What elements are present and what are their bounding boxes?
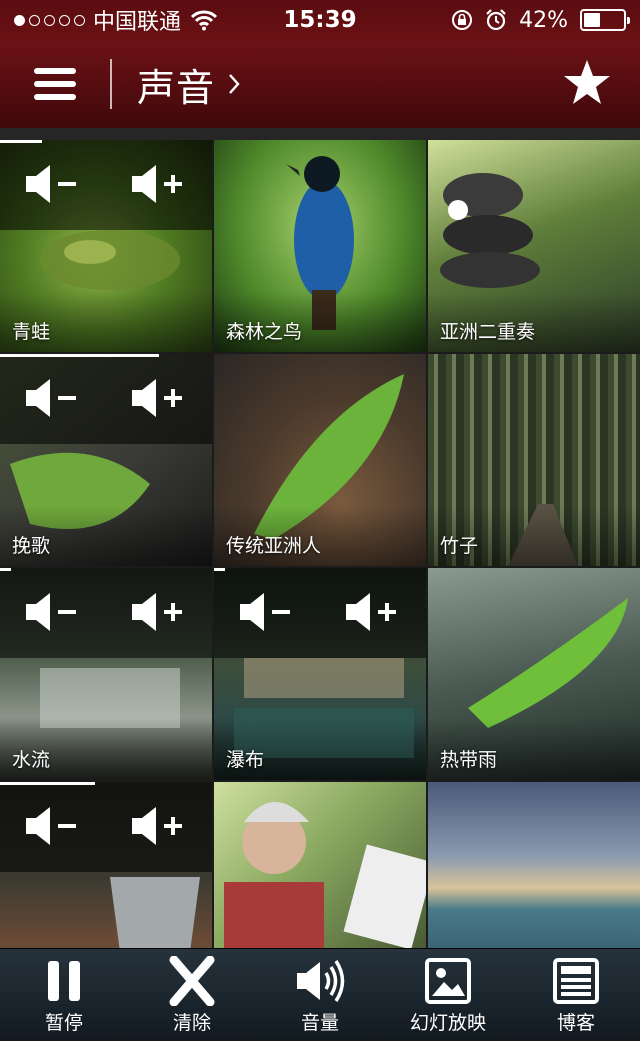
pause-label: 暂停	[44, 1011, 83, 1034]
tile-label: 挽歌	[12, 535, 51, 557]
sound-tile-elegy[interactable]: 挽歌	[0, 354, 212, 566]
volume-controls	[214, 568, 426, 658]
tile-label: 森林之鸟	[226, 321, 303, 343]
pause-button[interactable]: 暂停	[0, 949, 128, 1041]
playback-progress	[214, 568, 225, 571]
sound-tile-tropical-rain[interactable]: 热带雨	[428, 568, 640, 780]
volume-up-icon[interactable]	[130, 162, 190, 206]
volume-up-icon[interactable]	[130, 376, 190, 420]
volume-button[interactable]: 音量	[256, 949, 384, 1041]
sound-tile-stream[interactable]: 水流	[0, 568, 212, 780]
sound-grid: 青蛙 森林之鸟 亚洲二重奏 挽歌 传统亚洲人 竹子 水流 瀑布 热带雨	[0, 140, 640, 948]
sound-tile-frog[interactable]: 青蛙	[0, 140, 212, 352]
battery-percent: 42%	[519, 7, 568, 33]
sound-tile-asian-duet[interactable]: 亚洲二重奏	[428, 140, 640, 352]
tile-label: 青蛙	[12, 321, 51, 343]
x-icon	[169, 955, 215, 1006]
speaker-icon	[297, 959, 345, 1002]
page-title[interactable]: 声音	[137, 57, 215, 112]
volume-down-icon[interactable]	[24, 804, 84, 848]
header-separator	[0, 128, 640, 140]
sound-tile-flute-player[interactable]	[214, 782, 426, 948]
volume-controls	[0, 568, 212, 658]
blog-button[interactable]: 博客	[512, 949, 640, 1041]
sound-tile-traditional-asian[interactable]: 传统亚洲人	[214, 354, 426, 566]
tile-label: 传统亚洲人	[226, 535, 322, 557]
star-icon[interactable]	[562, 58, 612, 108]
volume-controls	[0, 354, 212, 444]
sound-tile-waterfall[interactable]: 瀑布	[214, 568, 426, 780]
header-divider	[110, 59, 112, 109]
volume-down-icon[interactable]	[24, 162, 84, 206]
sound-tile-well[interactable]	[0, 782, 212, 948]
battery-icon	[580, 9, 630, 31]
picture-icon	[425, 957, 471, 1004]
alarm-icon	[486, 9, 506, 31]
tile-label: 竹子	[440, 535, 479, 557]
volume-up-icon[interactable]	[344, 590, 404, 634]
volume-down-icon[interactable]	[24, 376, 84, 420]
pause-icon	[48, 960, 80, 1001]
tile-label: 亚洲二重奏	[440, 321, 536, 343]
bottom-toolbar: 暂停 清除 音量 幻灯放映 博客	[0, 948, 640, 1041]
carrier-name: 中国联通	[93, 10, 182, 35]
volume-controls	[0, 782, 212, 872]
menu-icon[interactable]	[0, 40, 110, 128]
volume-controls	[0, 140, 212, 230]
newspaper-icon	[553, 957, 599, 1004]
clear-label: 清除	[172, 1011, 211, 1034]
blog-label: 博客	[556, 1011, 595, 1034]
chevron-right-icon[interactable]	[227, 72, 241, 96]
clear-button[interactable]: 清除	[128, 949, 256, 1041]
tile-label: 瀑布	[226, 749, 265, 771]
slideshow-button[interactable]: 幻灯放映	[384, 949, 512, 1041]
slideshow-label: 幻灯放映	[409, 1011, 486, 1034]
playback-progress	[0, 568, 11, 571]
sound-tile-ocean[interactable]	[428, 782, 640, 948]
header-bar: 声音	[0, 40, 640, 128]
signal-strength-icon	[14, 14, 85, 26]
playback-progress	[0, 782, 96, 785]
playback-progress	[0, 354, 159, 357]
volume-up-icon[interactable]	[130, 804, 190, 848]
volume-label: 音量	[300, 1011, 339, 1034]
tile-label: 热带雨	[440, 749, 498, 771]
status-bar: 中国联通 15:39 42%	[0, 0, 640, 40]
playback-progress	[0, 140, 43, 143]
wifi-icon	[191, 10, 218, 31]
volume-down-icon[interactable]	[238, 590, 298, 634]
tile-label: 水流	[12, 749, 51, 771]
rotation-lock-icon	[452, 10, 473, 30]
sound-tile-bamboo[interactable]: 竹子	[428, 354, 640, 566]
volume-down-icon[interactable]	[24, 590, 84, 634]
volume-up-icon[interactable]	[130, 590, 190, 634]
sound-tile-forest-birds[interactable]: 森林之鸟	[214, 140, 426, 352]
